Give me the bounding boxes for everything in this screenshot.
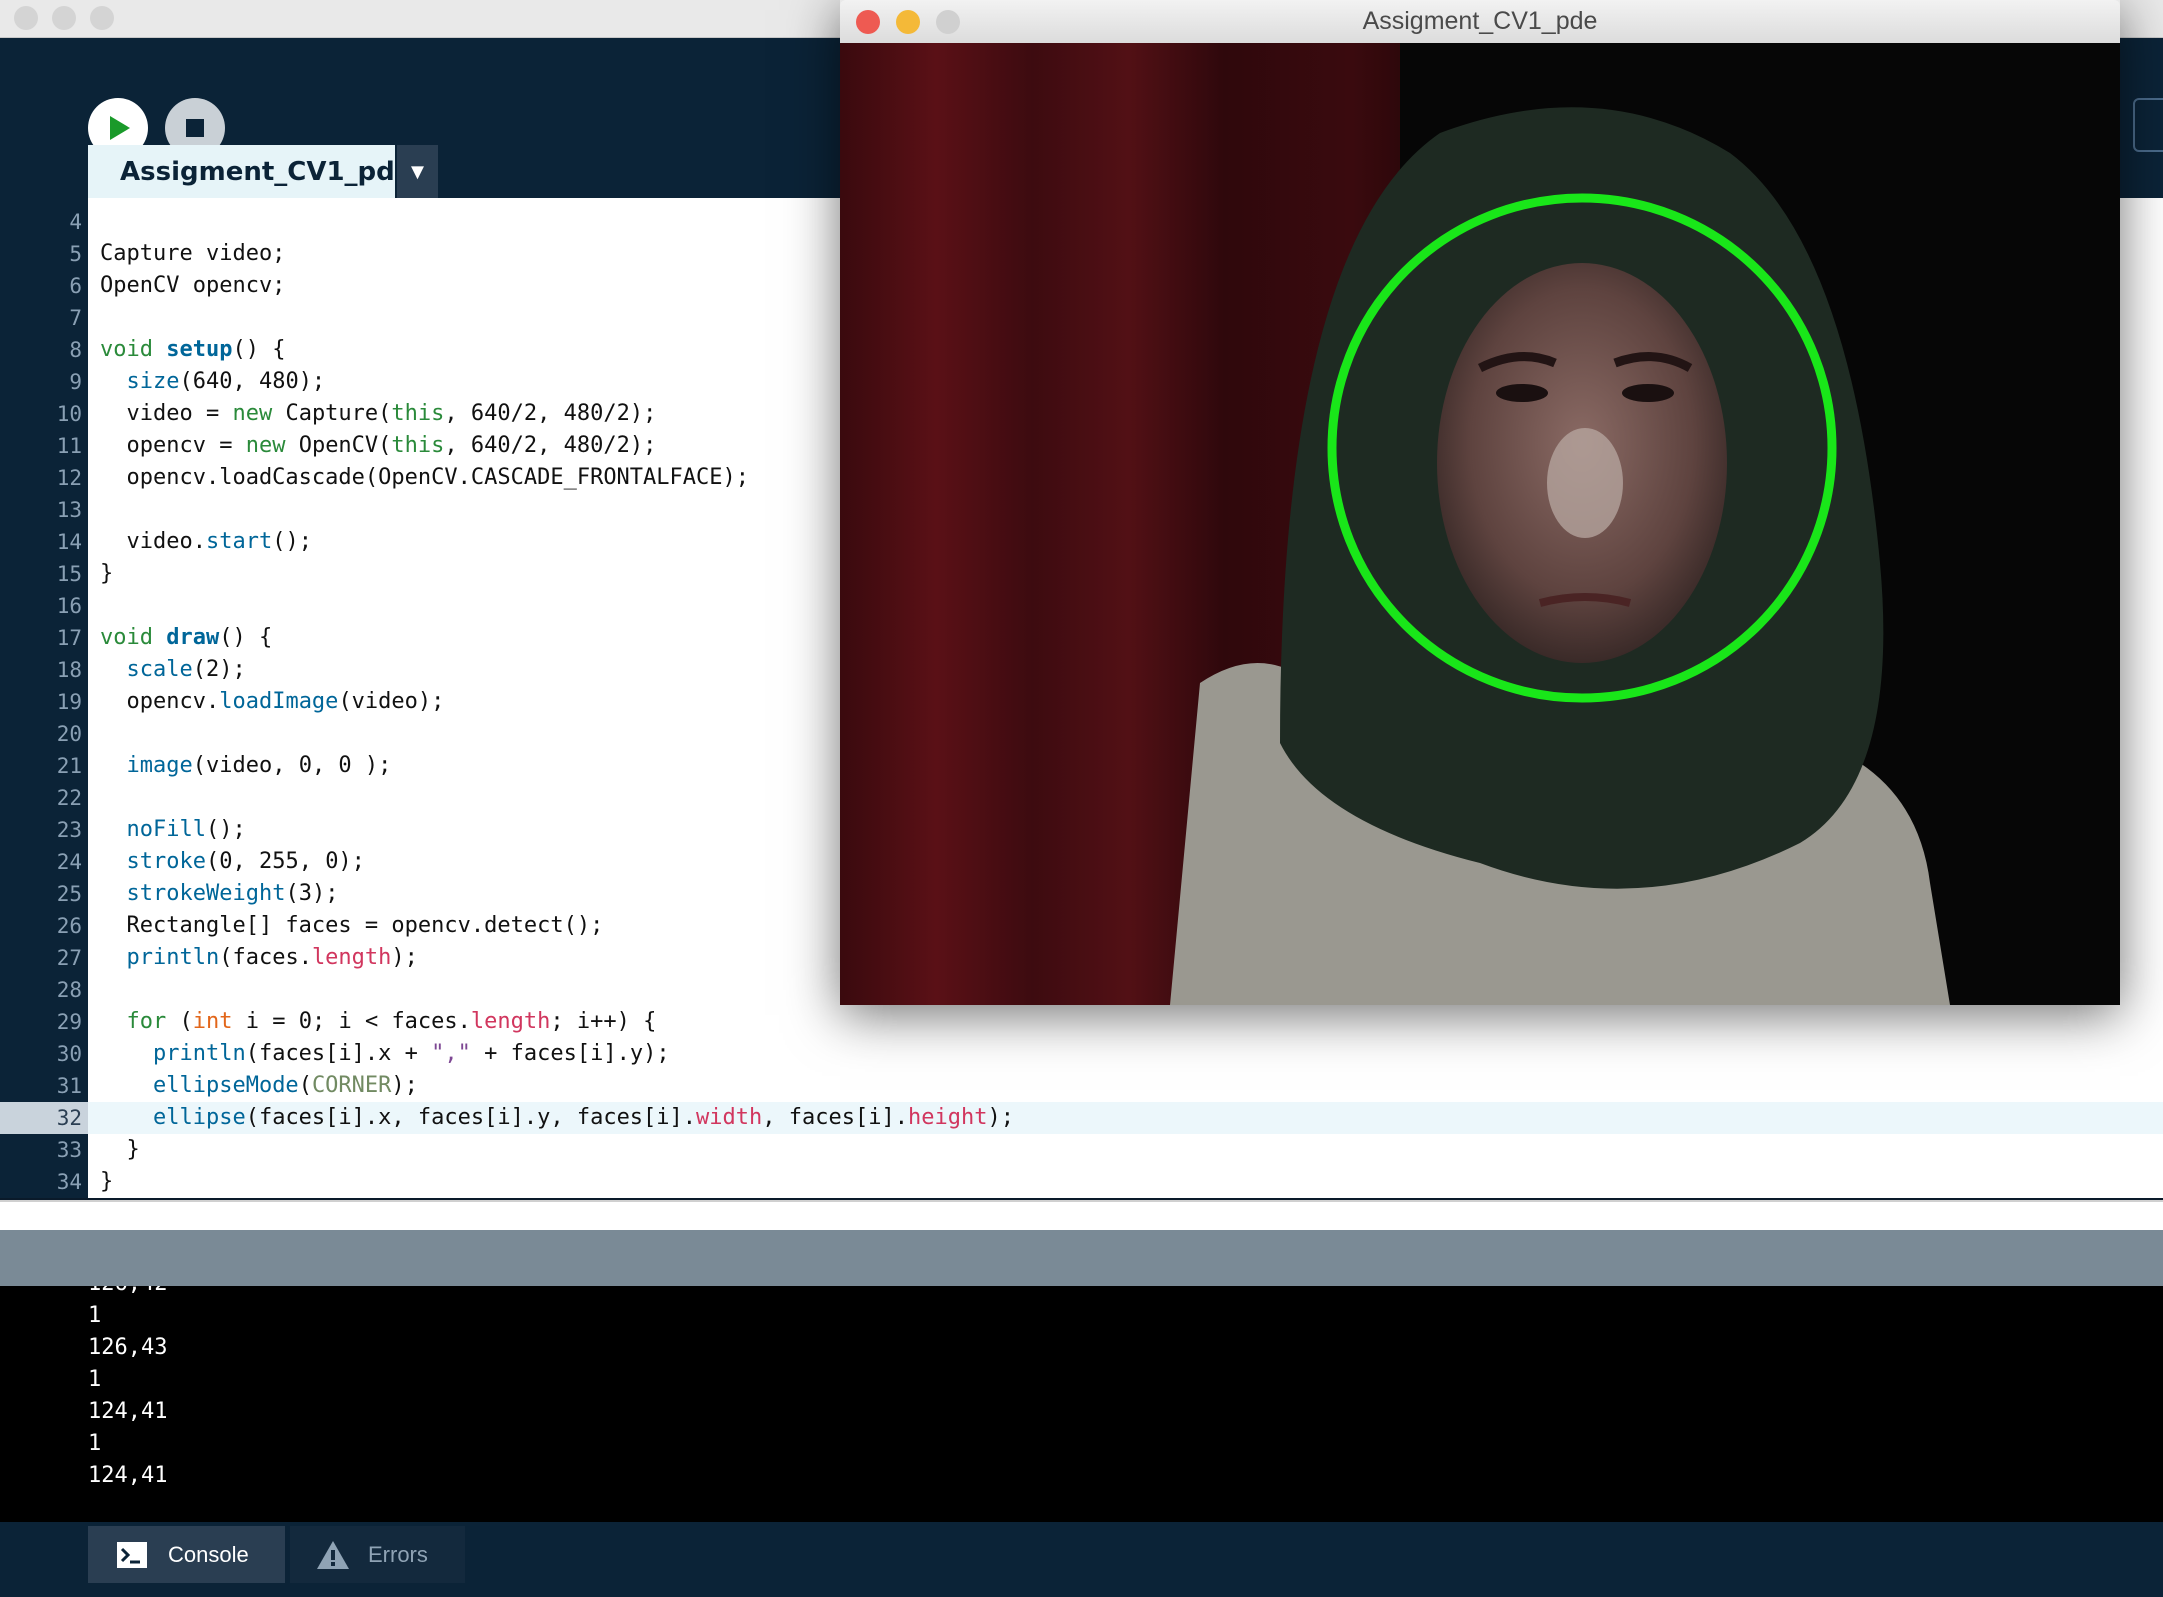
line-code-text: opencv.loadImage(video);: [100, 689, 445, 714]
line-number: 12: [56, 466, 82, 490]
console-line: 1: [88, 1431, 102, 1456]
line-number: 19: [56, 690, 82, 714]
line-code-text: video = new Capture(this, 640/2, 480/2);: [100, 401, 657, 426]
line-number: 27: [56, 946, 82, 970]
line-number: 24: [56, 850, 82, 874]
tab-errors-label: Errors: [368, 1541, 428, 1567]
code-line[interactable]: 29 for (int i = 0; i < faces.length; i++…: [0, 1006, 2163, 1038]
eye-left-shape: [1496, 384, 1548, 402]
eye-right-shape: [1622, 384, 1674, 402]
line-number: 31: [56, 1074, 82, 1098]
message-bar: [0, 1230, 2163, 1286]
line-code-text: OpenCV opencv;: [100, 273, 286, 298]
line-code-text: scale(2);: [126, 657, 246, 682]
line-number: 5: [69, 242, 82, 266]
console-line: 126,43: [88, 1335, 168, 1360]
line-number: 6: [69, 274, 82, 298]
line-code-text: Capture video;: [100, 241, 286, 266]
nose-shape: [1547, 428, 1623, 538]
play-icon: [110, 116, 130, 140]
tab-sketch-file[interactable]: Assigment_CV1_pde: [88, 145, 412, 198]
console-line: 1: [88, 1367, 102, 1392]
line-code-text: void setup() {: [100, 337, 286, 362]
line-number: 21: [56, 754, 82, 778]
line-code-text: Rectangle[] faces = opencv.detect();: [100, 913, 604, 938]
line-number: 25: [56, 882, 82, 906]
line-number: 20: [56, 722, 82, 746]
line-code-text: println(faces[i].x + "," + faces[i].y);: [152, 1041, 670, 1066]
sketch-titlebar[interactable]: Assigment_CV1_pde: [840, 0, 2120, 44]
line-code-text: opencv = new OpenCV(this, 640/2, 480/2);: [100, 433, 657, 458]
warning-icon: [317, 1540, 349, 1569]
sketch-window[interactable]: Assigment_CV1_pde: [840, 0, 2120, 1005]
line-code-text: stroke(0, 255, 0);: [126, 849, 365, 874]
line-number: 8: [69, 338, 82, 362]
line-code-text: void draw() {: [100, 625, 273, 650]
tab-menu-button[interactable]: ▼: [397, 145, 438, 198]
line-number: 11: [56, 434, 82, 458]
tab-errors[interactable]: Errors: [290, 1526, 465, 1583]
line-code-text: println(faces.length);: [126, 945, 418, 970]
webcam-canvas: [840, 43, 2120, 1005]
line-number: 32: [0, 1102, 88, 1134]
ide-close-button[interactable]: [14, 6, 38, 30]
mode-selector[interactable]: [2133, 98, 2163, 152]
line-code-text: noFill();: [126, 817, 246, 842]
line-number: 29: [56, 1010, 82, 1034]
line-code-text: opencv.loadCascade(OpenCV.CASCADE_FRONTA…: [100, 465, 750, 490]
console-line: 126,42: [88, 1286, 167, 1300]
line-code-text: video.start();: [100, 529, 312, 554]
line-number: 28: [56, 978, 82, 1002]
line-number: 18: [56, 658, 82, 682]
ide-zoom-button[interactable]: [90, 6, 114, 30]
line-number: 14: [56, 530, 82, 554]
line-number: 13: [56, 498, 82, 522]
line-number: 33: [56, 1138, 82, 1162]
tab-label: Assigment_CV1_pde: [120, 156, 413, 187]
line-number: 4: [69, 210, 82, 234]
line-code-text: ellipseMode(CORNER);: [152, 1073, 418, 1098]
line-number: 26: [56, 914, 82, 938]
code-line[interactable]: 32 ellipse(faces[i].x, faces[i].y, faces…: [0, 1102, 2163, 1134]
line-code-text: size(640, 480);: [126, 369, 326, 394]
line-number: 15: [56, 562, 82, 586]
sketch-window-title: Assigment_CV1_pde: [1362, 7, 1598, 35]
bottom-tab-bar: Console Errors: [0, 1522, 2163, 1597]
ide-minimize-button[interactable]: [52, 6, 76, 30]
line-number: 23: [56, 818, 82, 842]
console-output[interactable]: 126,42 1 126,43 1 124,41 1 124,41: [0, 1286, 2163, 1522]
line-code-text: for (int i = 0; i < faces.length; i++) {: [126, 1009, 657, 1034]
line-number: 9: [69, 370, 82, 394]
line-code-text: image(video, 0, 0 );: [126, 753, 392, 778]
line-code-text: }: [100, 561, 114, 586]
line-number: 34: [56, 1170, 82, 1194]
editor-bottom-edge: [0, 1200, 2163, 1232]
console-line: 1: [88, 1303, 102, 1328]
code-line[interactable]: 31 ellipseMode(CORNER);: [0, 1070, 2163, 1102]
code-line[interactable]: 30 println(faces[i].x + "," + faces[i].y…: [0, 1038, 2163, 1070]
line-code-text: ellipse(faces[i].x, faces[i].y, faces[i]…: [152, 1105, 1014, 1130]
tab-console-label: Console: [168, 1541, 249, 1567]
line-number: 17: [56, 626, 82, 650]
console-line: 124,41: [88, 1399, 168, 1424]
line-number: 10: [56, 402, 82, 426]
code-line[interactable]: 33 }: [0, 1134, 2163, 1166]
line-number: 30: [56, 1042, 82, 1066]
line-code-text: }: [100, 1169, 114, 1194]
line-code-text: strokeWeight(3);: [126, 881, 339, 906]
console-line: 124,41: [88, 1463, 168, 1488]
stop-icon: [186, 119, 204, 137]
line-number: 22: [56, 786, 82, 810]
terminal-icon: [117, 1541, 147, 1568]
line-number: 7: [69, 306, 82, 330]
line-code-text: }: [100, 1137, 140, 1162]
tab-console[interactable]: Console: [88, 1526, 285, 1583]
code-line[interactable]: 34}: [0, 1166, 2163, 1198]
webcam-frame: [840, 43, 2120, 1005]
line-number: 16: [56, 594, 82, 618]
chevron-down-icon: ▼: [406, 158, 429, 184]
